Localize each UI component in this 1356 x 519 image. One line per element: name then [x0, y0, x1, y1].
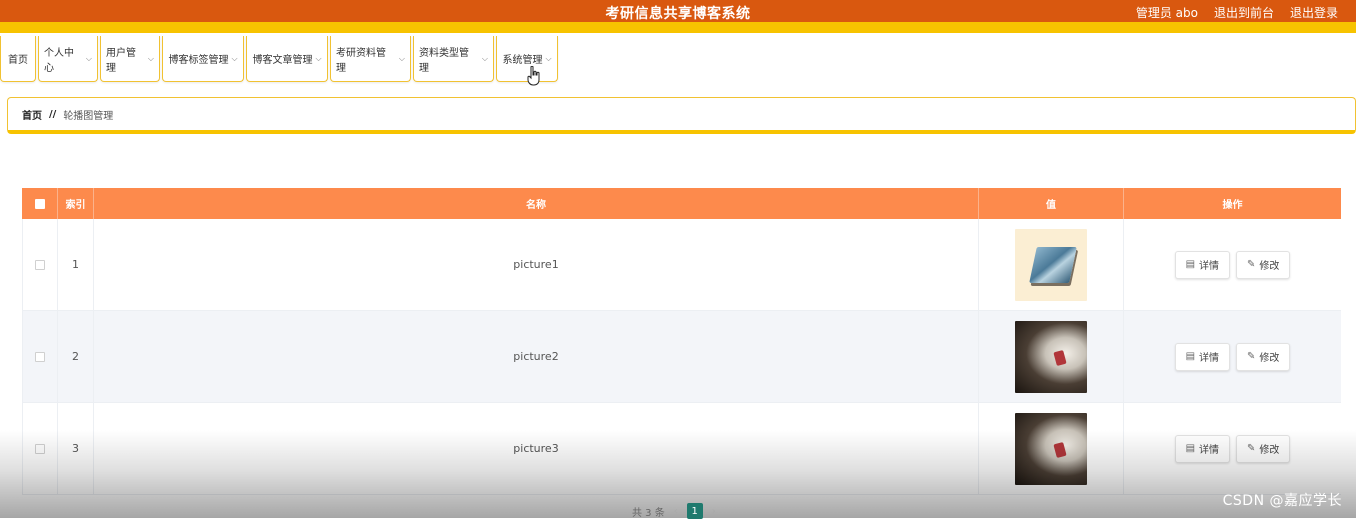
carousel-table: 索引 名称 值 操作 1 picture1 ▤ 详情 ✎ 修改 2 picture2…: [22, 188, 1341, 495]
detail-label: 详情: [1199, 261, 1220, 272]
row-actions: ▤ 详情 ✎ 修改: [1124, 219, 1341, 310]
back-to-front-link[interactable]: 退出到前台: [1214, 4, 1274, 21]
edit-label: 修改: [1259, 445, 1280, 456]
prev-page-icon[interactable]: ‹: [674, 506, 678, 517]
nav-item-blog-article-management[interactable]: 博客文章管理 ⌵: [246, 36, 328, 82]
select-all-checkbox[interactable]: [34, 198, 45, 209]
next-page-icon[interactable]: ›: [712, 506, 716, 517]
edit-button[interactable]: ✎ 修改: [1236, 250, 1291, 279]
row-index: 1: [58, 219, 94, 310]
breadcrumb: 首页 // 轮播图管理: [7, 97, 1356, 134]
column-header-actions: 操作: [1222, 200, 1243, 211]
edit-label: 修改: [1259, 261, 1280, 272]
header-actions: 管理员 abo 退出到前台 退出登录: [1136, 4, 1338, 21]
column-header-index: 索引: [58, 188, 94, 219]
nav-item-user-management[interactable]: 用户管理 ⌵: [100, 36, 160, 82]
carousel-thumbnail[interactable]: [1015, 412, 1087, 485]
select-all-cell: [22, 188, 58, 219]
carousel-thumbnail[interactable]: [1015, 228, 1087, 301]
book-image: [1053, 349, 1067, 366]
main-nav: 首页 个人中心 ⌵ 用户管理 ⌵ 博客标签管理 ⌵ 博客文章管理 ⌵ 考研资料管理 ⌵ 资…: [0, 36, 558, 82]
table-row: 1 picture1 ▤ 详情 ✎ 修改: [22, 219, 1341, 311]
document-icon: ▤: [1185, 351, 1196, 362]
chevron-down-icon: ⌵: [315, 53, 322, 63]
nav-item-exam-material-management[interactable]: 考研资料管理 ⌵: [330, 36, 411, 82]
chevron-down-icon: ⌵: [85, 53, 92, 63]
row-checkbox-cell: [22, 311, 58, 402]
document-icon: ▤: [1185, 259, 1196, 270]
logout-link[interactable]: 退出登录: [1290, 4, 1338, 21]
hand-cursor-icon: [527, 66, 540, 86]
pencil-icon: ✎: [1247, 351, 1256, 362]
row-checkbox[interactable]: [35, 351, 45, 362]
nav-label: 博客文章管理: [252, 55, 313, 66]
chevron-down-icon: ⌵: [481, 53, 488, 63]
breadcrumb-separator: //: [49, 108, 57, 120]
row-checkbox-cell: [22, 403, 58, 494]
nav-label: 系统管理: [502, 55, 543, 66]
nav-item-blog-tag-management[interactable]: 博客标签管理 ⌵: [162, 36, 244, 82]
nav-label: 资料类型管理: [419, 47, 469, 74]
edit-button[interactable]: ✎ 修改: [1236, 342, 1291, 371]
carousel-thumbnail[interactable]: [1015, 320, 1087, 393]
nav-item-material-type-management[interactable]: 资料类型管理 ⌵: [413, 36, 494, 82]
pagination-total: 共 3 条: [632, 507, 665, 519]
row-value-cell: [979, 311, 1124, 402]
nav-label: 考研资料管理: [336, 47, 386, 74]
row-name: picture3: [94, 403, 979, 494]
nav-label: 用户管理: [106, 47, 136, 74]
detail-button[interactable]: ▤ 详情: [1174, 434, 1231, 463]
table-row: 3 picture3 ▤ 详情 ✎ 修改: [22, 403, 1341, 495]
row-value-cell: [979, 219, 1124, 310]
breadcrumb-current: 轮播图管理: [63, 110, 114, 122]
edit-button[interactable]: ✎ 修改: [1236, 434, 1291, 463]
detail-label: 详情: [1199, 353, 1220, 364]
pencil-icon: ✎: [1247, 443, 1256, 454]
admin-user-label[interactable]: 管理员 abo: [1136, 4, 1198, 21]
nav-label: 个人中心: [44, 47, 74, 74]
header-accent-strip: [0, 22, 1356, 33]
nav-item-home[interactable]: 首页: [0, 36, 36, 82]
row-checkbox[interactable]: [35, 443, 45, 454]
detail-label: 详情: [1199, 445, 1220, 456]
nav-label: 博客标签管理: [168, 55, 229, 66]
detail-button[interactable]: ▤ 详情: [1174, 342, 1231, 371]
chevron-down-icon: ⌵: [147, 53, 154, 63]
edit-label: 修改: [1259, 353, 1280, 364]
row-name: picture2: [94, 311, 979, 402]
table-row: 2 picture2 ▤ 详情 ✎ 修改: [22, 311, 1341, 403]
pencil-icon: ✎: [1247, 259, 1256, 270]
column-header-value: 值: [979, 188, 1124, 219]
row-index: 2: [58, 311, 94, 402]
page-number-active[interactable]: 1: [686, 503, 703, 519]
row-actions: ▤ 详情 ✎ 修改: [1124, 403, 1341, 494]
column-header-name: 名称: [94, 188, 979, 219]
chevron-down-icon: ⌵: [398, 53, 405, 63]
detail-button[interactable]: ▤ 详情: [1174, 250, 1231, 279]
row-name: picture1: [94, 219, 979, 310]
row-checkbox-cell: [22, 219, 58, 310]
breadcrumb-home[interactable]: 首页: [22, 107, 42, 122]
watermark: CSDN @嘉应学长: [1222, 493, 1342, 509]
chevron-down-icon: ⌵: [545, 53, 552, 63]
nav-item-personal-center[interactable]: 个人中心 ⌵: [38, 36, 98, 82]
table-header: 索引 名称 值 操作: [22, 188, 1341, 219]
chevron-down-icon: ⌵: [231, 53, 238, 63]
document-icon: ▤: [1185, 443, 1196, 454]
top-header: 考研信息共享博客系统 管理员 abo 退出到前台 退出登录: [0, 0, 1356, 22]
book-image: [1053, 441, 1067, 458]
nav-label: 首页: [8, 55, 28, 66]
pagination: 共 3 条 ‹ 1 ›: [632, 503, 716, 519]
row-checkbox[interactable]: [35, 259, 45, 270]
row-value-cell: [979, 403, 1124, 494]
row-actions: ▤ 详情 ✎ 修改: [1124, 311, 1341, 402]
row-index: 3: [58, 403, 94, 494]
book-image: [1029, 246, 1077, 283]
